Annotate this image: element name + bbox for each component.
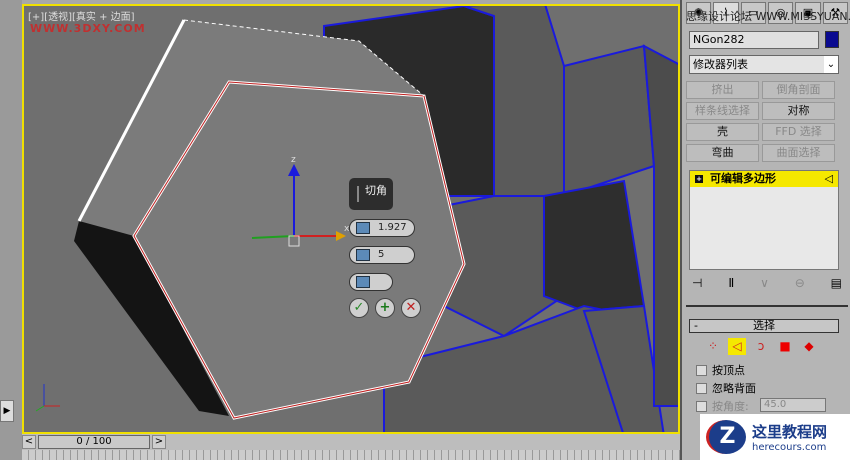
object-name-input[interactable]: NGon282: [689, 31, 819, 49]
collapse-icon: -: [694, 319, 698, 332]
remove-modifier-icon[interactable]: ⊖: [795, 276, 805, 290]
prev-frame-button[interactable]: <: [22, 435, 36, 449]
surface-select-button[interactable]: 曲面选择: [762, 144, 835, 162]
vertex-icon[interactable]: ⁘: [704, 338, 722, 355]
configure-sets-icon[interactable]: ▤: [831, 276, 842, 290]
stack-item-label: 可编辑多边形: [710, 172, 776, 185]
perspective-viewport[interactable]: z x [+][透视][真实 + 边面] WWW.3DXY.COM 切角 1.9…: [22, 4, 680, 434]
show-end-result-icon[interactable]: Ⅱ: [728, 276, 734, 290]
triangle-icon: ◁: [824, 172, 833, 185]
checkbox-box: [696, 400, 707, 412]
checkbox-box: [696, 382, 707, 394]
segments-icon: [356, 249, 370, 261]
stack-item-editable-poly[interactable]: + 可编辑多边形 ◁: [690, 171, 838, 187]
angle-spinner[interactable]: 45.0: [760, 398, 826, 412]
polygon-icon[interactable]: ■: [776, 338, 794, 355]
amount-icon: [356, 222, 370, 234]
expand-icon[interactable]: +: [695, 175, 703, 183]
checkbox-label: 按顶点: [712, 364, 745, 377]
spline-select-button[interactable]: 样条线选择: [686, 102, 759, 120]
bevel-profile-button[interactable]: 倒角剖面: [762, 81, 835, 99]
open-icon: [356, 276, 370, 288]
cancel-button[interactable]: ✕: [401, 298, 421, 318]
symmetry-button[interactable]: 对称: [762, 102, 835, 120]
extrude-button[interactable]: 挤出: [686, 81, 759, 99]
border-icon[interactable]: ↄ: [752, 338, 770, 355]
object-color-swatch[interactable]: [825, 31, 839, 48]
track-bar[interactable]: [22, 450, 680, 460]
amount-value: 1.927: [378, 222, 407, 233]
forum-watermark: 思缘设计论坛 WWW.MISSYUAN.COM: [686, 10, 850, 23]
modifier-stack: + 可编辑多边形 ◁: [689, 170, 839, 270]
watermark: WWW.3DXY.COM: [30, 22, 146, 35]
axis-tripod-icon: [35, 384, 60, 412]
segments-value: 5: [378, 249, 385, 260]
left-toolbar: ▶: [0, 0, 22, 460]
expand-arrow-icon[interactable]: ▶: [0, 400, 14, 422]
ffd-select-button[interactable]: FFD 选择: [762, 123, 835, 141]
time-slider-bar: < 0 / 100 >: [22, 434, 680, 450]
bend-button[interactable]: 弯曲: [686, 144, 759, 162]
element-icon[interactable]: ◆: [800, 338, 818, 355]
modifier-list-dropdown[interactable]: 修改器列表 ⌄: [689, 55, 839, 74]
divider: [686, 305, 848, 307]
ok-button[interactable]: ✓: [349, 298, 369, 318]
logo-url: herecours.com: [752, 442, 827, 453]
make-unique-icon[interactable]: ∨: [760, 276, 769, 290]
site-logo: Z 这里教程网 herecours.com: [700, 414, 850, 460]
chamfer-segments-field[interactable]: 5: [349, 246, 415, 264]
by-vertex-checkbox[interactable]: 按顶点: [696, 362, 745, 378]
selection-rollout-header[interactable]: - 选择: [689, 319, 839, 333]
chamfer-amount-field[interactable]: 1.927: [349, 219, 415, 237]
open-chamfer-toggle[interactable]: [349, 273, 393, 291]
shell-button[interactable]: 壳: [686, 123, 759, 141]
checkbox-box: [696, 364, 707, 376]
apply-button[interactable]: +: [375, 298, 395, 318]
logo-name: 这里教程网: [752, 423, 828, 441]
chevron-down-icon: ⌄: [824, 56, 838, 73]
next-frame-button[interactable]: >: [152, 435, 166, 449]
checkbox-label: 忽略背面: [712, 382, 756, 395]
checkbox-label: 按角度:: [712, 400, 749, 413]
by-angle-checkbox[interactable]: 按角度:: [696, 398, 749, 414]
command-panel: ✺ ⌇ ▭ ◎ ▣ ⚒ 思缘设计论坛 WWW.MISSYUAN.COM NGon…: [680, 0, 850, 460]
axis-z-label: z: [291, 155, 296, 165]
caddy-title: 切角: [349, 178, 393, 210]
rollout-title: 选择: [753, 319, 775, 332]
ignore-backfacing-checkbox[interactable]: 忽略背面: [696, 380, 756, 396]
modifier-list-label: 修改器列表: [693, 58, 748, 71]
pin-stack-icon[interactable]: ⊣: [692, 276, 702, 290]
viewport-label[interactable]: [+][透视][真实 + 边面]: [28, 8, 135, 23]
time-slider[interactable]: 0 / 100: [38, 435, 150, 449]
logo-z-icon: Z: [706, 420, 746, 454]
edge-icon[interactable]: ◁: [728, 338, 746, 355]
